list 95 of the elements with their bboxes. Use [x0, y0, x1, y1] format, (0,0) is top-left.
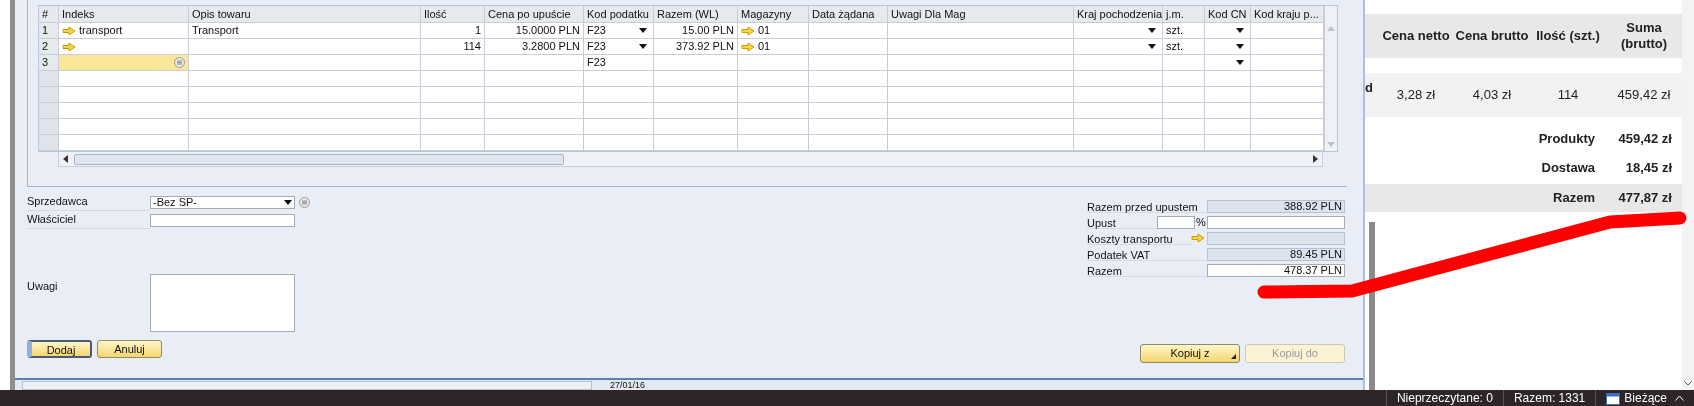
column-header[interactable]: Data żądana: [812, 5, 875, 23]
dropdown-arrow-icon[interactable]: [1148, 44, 1156, 49]
percent-sign: %: [1195, 214, 1207, 230]
scrollbar-thumb[interactable]: [74, 153, 564, 165]
column-header[interactable]: Razem (WL): [657, 5, 719, 23]
readonly-field: 388.92 PLN: [1207, 199, 1345, 213]
status-date: 27/01/16: [610, 380, 646, 390]
cell-text: 3.2800 PLN: [521, 39, 580, 55]
column-header[interactable]: #: [42, 5, 49, 23]
link-arrow-icon[interactable]: [62, 41, 76, 52]
cell-text: 373.92 PLN: [675, 39, 734, 55]
taskbar-item[interactable]: Nieprzeczytane: 0: [1396, 390, 1493, 406]
link-arrow-icon[interactable]: [741, 41, 755, 52]
dropdown-arrow-icon[interactable]: [1236, 44, 1244, 49]
total-label: Razem: [1087, 263, 1207, 277]
discount-amount-field[interactable]: [1207, 215, 1345, 229]
scroll-down-icon[interactable]: [1327, 142, 1335, 147]
column-header: Cena brutto: [1454, 28, 1530, 44]
summary-label: Dostawa: [1540, 158, 1596, 177]
cell-text: F23: [587, 55, 606, 71]
total-label: Razem przed upustem: [1087, 199, 1207, 213]
dropdown-arrow-icon[interactable]: [639, 44, 647, 49]
column-header[interactable]: Indeks: [62, 5, 95, 23]
taskbar-item[interactable]: Razem: 1331: [1513, 390, 1586, 406]
scroll-up-icon[interactable]: [1327, 26, 1335, 31]
cell-text: 114: [1556, 86, 1580, 105]
link-arrow-icon[interactable]: [741, 25, 755, 36]
column-header: Cena netto: [1381, 28, 1451, 44]
scrollbar[interactable]: [1682, 0, 1694, 390]
scroll-left-icon[interactable]: [63, 155, 68, 163]
field-label: Właściciel: [27, 211, 150, 229]
cell-text: 01: [758, 23, 771, 39]
dropdown-arrow-icon[interactable]: [1148, 28, 1156, 33]
cell-text: szt.: [1166, 23, 1184, 39]
column-header[interactable]: Uwagi Dla Mag: [891, 5, 966, 23]
readonly-field: 89.45 PLN: [1207, 247, 1345, 261]
link-arrow-icon[interactable]: [62, 25, 76, 36]
cell-text: Transport: [192, 23, 239, 39]
field-label: Uwagi: [27, 279, 59, 294]
list-icon[interactable]: [174, 57, 185, 68]
column-header[interactable]: Cena po upuście: [488, 5, 571, 23]
scroll-right-icon[interactable]: [1313, 155, 1318, 163]
cell-text: 15.0000 PLN: [515, 23, 580, 39]
column-header[interactable]: Magazyny: [741, 5, 792, 23]
link-arrow-icon[interactable]: [1191, 233, 1205, 243]
summary-value: 477,87 zł: [1617, 189, 1673, 208]
summary-label: Razem: [1552, 189, 1596, 208]
total-label: Podatek VAT: [1087, 247, 1207, 261]
dropdown-arrow-icon[interactable]: [639, 28, 647, 33]
cell-text: 114: [463, 39, 481, 55]
cell-text: F23: [587, 39, 606, 55]
cell-text: 01: [758, 39, 771, 55]
summary-label: Produkty: [1537, 129, 1596, 148]
total-label: Koszty transportu: [1087, 231, 1192, 245]
column-header[interactable]: Kod kraju p...: [1254, 5, 1319, 23]
column-header[interactable]: Kod CN: [1208, 5, 1247, 23]
active-cell[interactable]: [59, 55, 189, 70]
chevron-up-icon[interactable]: [1675, 395, 1684, 401]
field-label: Sprzedawca: [27, 193, 150, 211]
scrollbar[interactable]: [58, 152, 1323, 167]
list-icon[interactable]: [299, 196, 310, 208]
taskbar-item[interactable]: Bieżące: [1624, 390, 1667, 406]
column-header: Suma (brutto): [1619, 20, 1669, 52]
dropdown-arrow-icon[interactable]: [1236, 28, 1244, 33]
copy-button[interactable]: Kopiuj z: [1140, 344, 1240, 363]
dropdown-arrow-icon[interactable]: [284, 199, 292, 205]
dropdown-arrow-icon[interactable]: [1236, 60, 1244, 65]
cell-text: 459,42 zł: [1616, 86, 1672, 105]
column-header[interactable]: Opis towaru: [192, 5, 251, 23]
cell-text: d: [1365, 79, 1374, 94]
cell-text: transport: [79, 23, 123, 39]
cell-text: 4,03 zł: [1471, 86, 1513, 105]
total-field[interactable]: 478.37 PLN: [1207, 263, 1345, 277]
cell-text: 15.00 PLN: [682, 23, 734, 39]
menu-corner-icon[interactable]: [1231, 354, 1236, 359]
action-button[interactable]: Anuluj: [97, 340, 162, 358]
summary-value: 459,42 zł: [1617, 129, 1673, 148]
column-header[interactable]: Kraj pochodzenia: [1077, 5, 1162, 23]
scrollbar[interactable]: [1324, 6, 1337, 151]
cell-text: szt.: [1166, 39, 1184, 55]
column-header: Ilość (szt.): [1535, 28, 1601, 44]
cell-text: F23: [587, 23, 606, 39]
column-header[interactable]: Kod podatku: [587, 5, 649, 23]
sales-employee-dropdown[interactable]: -Bez SP-: [150, 195, 295, 209]
discount-percent-field[interactable]: [1157, 215, 1195, 229]
summary-value: 18,45 zł: [1624, 158, 1673, 177]
column-header[interactable]: j.m.: [1166, 5, 1184, 23]
cell-text: 3,28 zł: [1395, 86, 1437, 105]
cell-text: 1: [474, 23, 481, 39]
owner-field[interactable]: [150, 213, 295, 227]
action-button[interactable]: Dodaj: [27, 340, 92, 358]
remarks-field[interactable]: [150, 274, 295, 332]
chevron-down-icon[interactable]: [1684, 381, 1692, 386]
calendar-icon[interactable]: [1606, 391, 1621, 405]
column-header[interactable]: Ilość: [424, 5, 447, 23]
